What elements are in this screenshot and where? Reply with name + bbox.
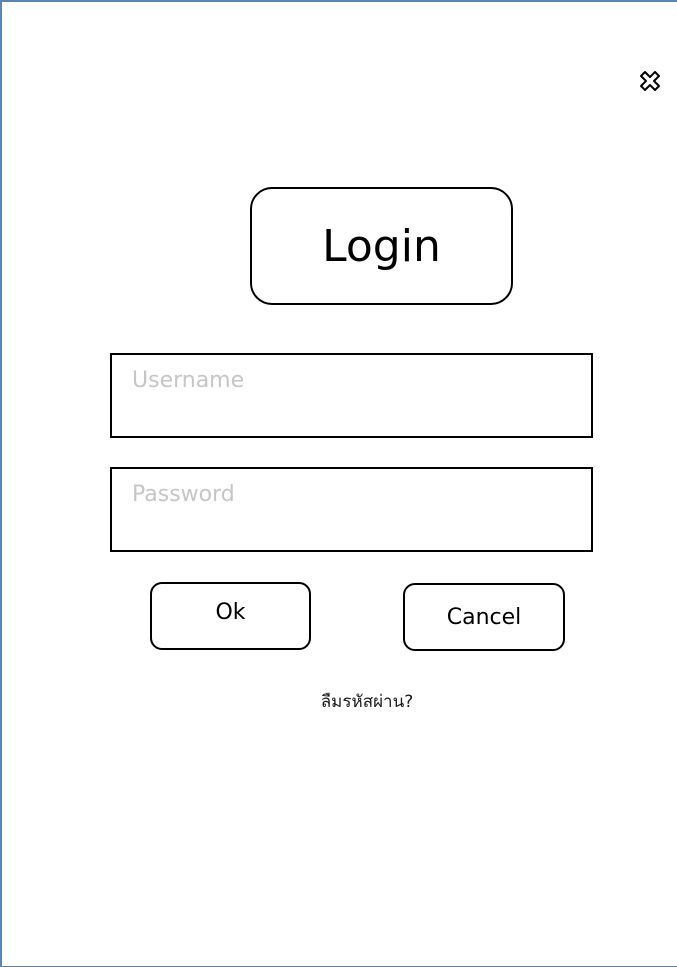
cancel-button[interactable]: Cancel xyxy=(403,583,565,651)
login-window: Login Ok Cancel ลืมรหัสผ่าน? xyxy=(0,0,677,967)
password-field-box xyxy=(110,467,593,552)
login-title-box: Login xyxy=(250,187,513,305)
forgot-password-link[interactable]: ลืมรหัสผ่าน? xyxy=(252,688,482,715)
ok-button[interactable]: Ok xyxy=(150,582,311,650)
page-title: Login xyxy=(322,220,441,272)
username-input[interactable] xyxy=(112,355,591,436)
password-input[interactable] xyxy=(112,469,591,550)
close-icon[interactable] xyxy=(637,68,663,94)
username-field-box xyxy=(110,353,593,438)
